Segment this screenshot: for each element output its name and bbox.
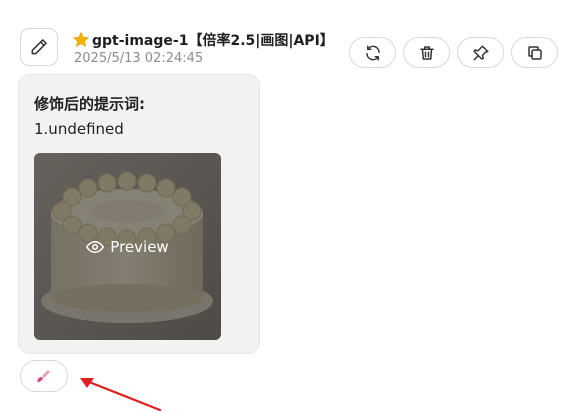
pin-icon: [473, 45, 488, 60]
eye-icon: [86, 240, 105, 253]
prompt-heading: 修饰后的提示词:: [34, 95, 145, 113]
generated-image[interactable]: Preview: [34, 153, 221, 340]
message-bubble: 修饰后的提示词: 1.undefined Preview: [18, 74, 260, 354]
message-timestamp: 2025/5/13 02:24:45: [74, 51, 204, 66]
message-header: gpt-image-1【倍率2.5|画图|API】: [72, 30, 334, 50]
regenerate-button[interactable]: [349, 37, 396, 68]
annotation-arrow: [80, 378, 162, 412]
preview-label: Preview: [110, 237, 169, 256]
brush-icon: [37, 370, 50, 382]
pencil-icon: [31, 39, 47, 55]
copy-button[interactable]: [511, 37, 558, 68]
delete-button[interactable]: [403, 37, 450, 68]
model-name: gpt-image-1【倍率2.5|画图|API】: [92, 33, 334, 49]
edit-image-button[interactable]: [20, 360, 68, 392]
copy-icon: [527, 45, 542, 60]
message-actions: [349, 37, 558, 68]
avatar[interactable]: [20, 28, 58, 66]
preview-overlay[interactable]: Preview: [34, 153, 221, 340]
refresh-icon: [365, 45, 380, 60]
trash-icon: [419, 45, 434, 60]
prompt-text: 1.undefined: [34, 120, 124, 138]
star-icon: [72, 31, 90, 47]
pin-button[interactable]: [457, 37, 504, 68]
chat-message: gpt-image-1【倍率2.5|画图|API】 2025/5/13 02:2…: [0, 0, 566, 413]
